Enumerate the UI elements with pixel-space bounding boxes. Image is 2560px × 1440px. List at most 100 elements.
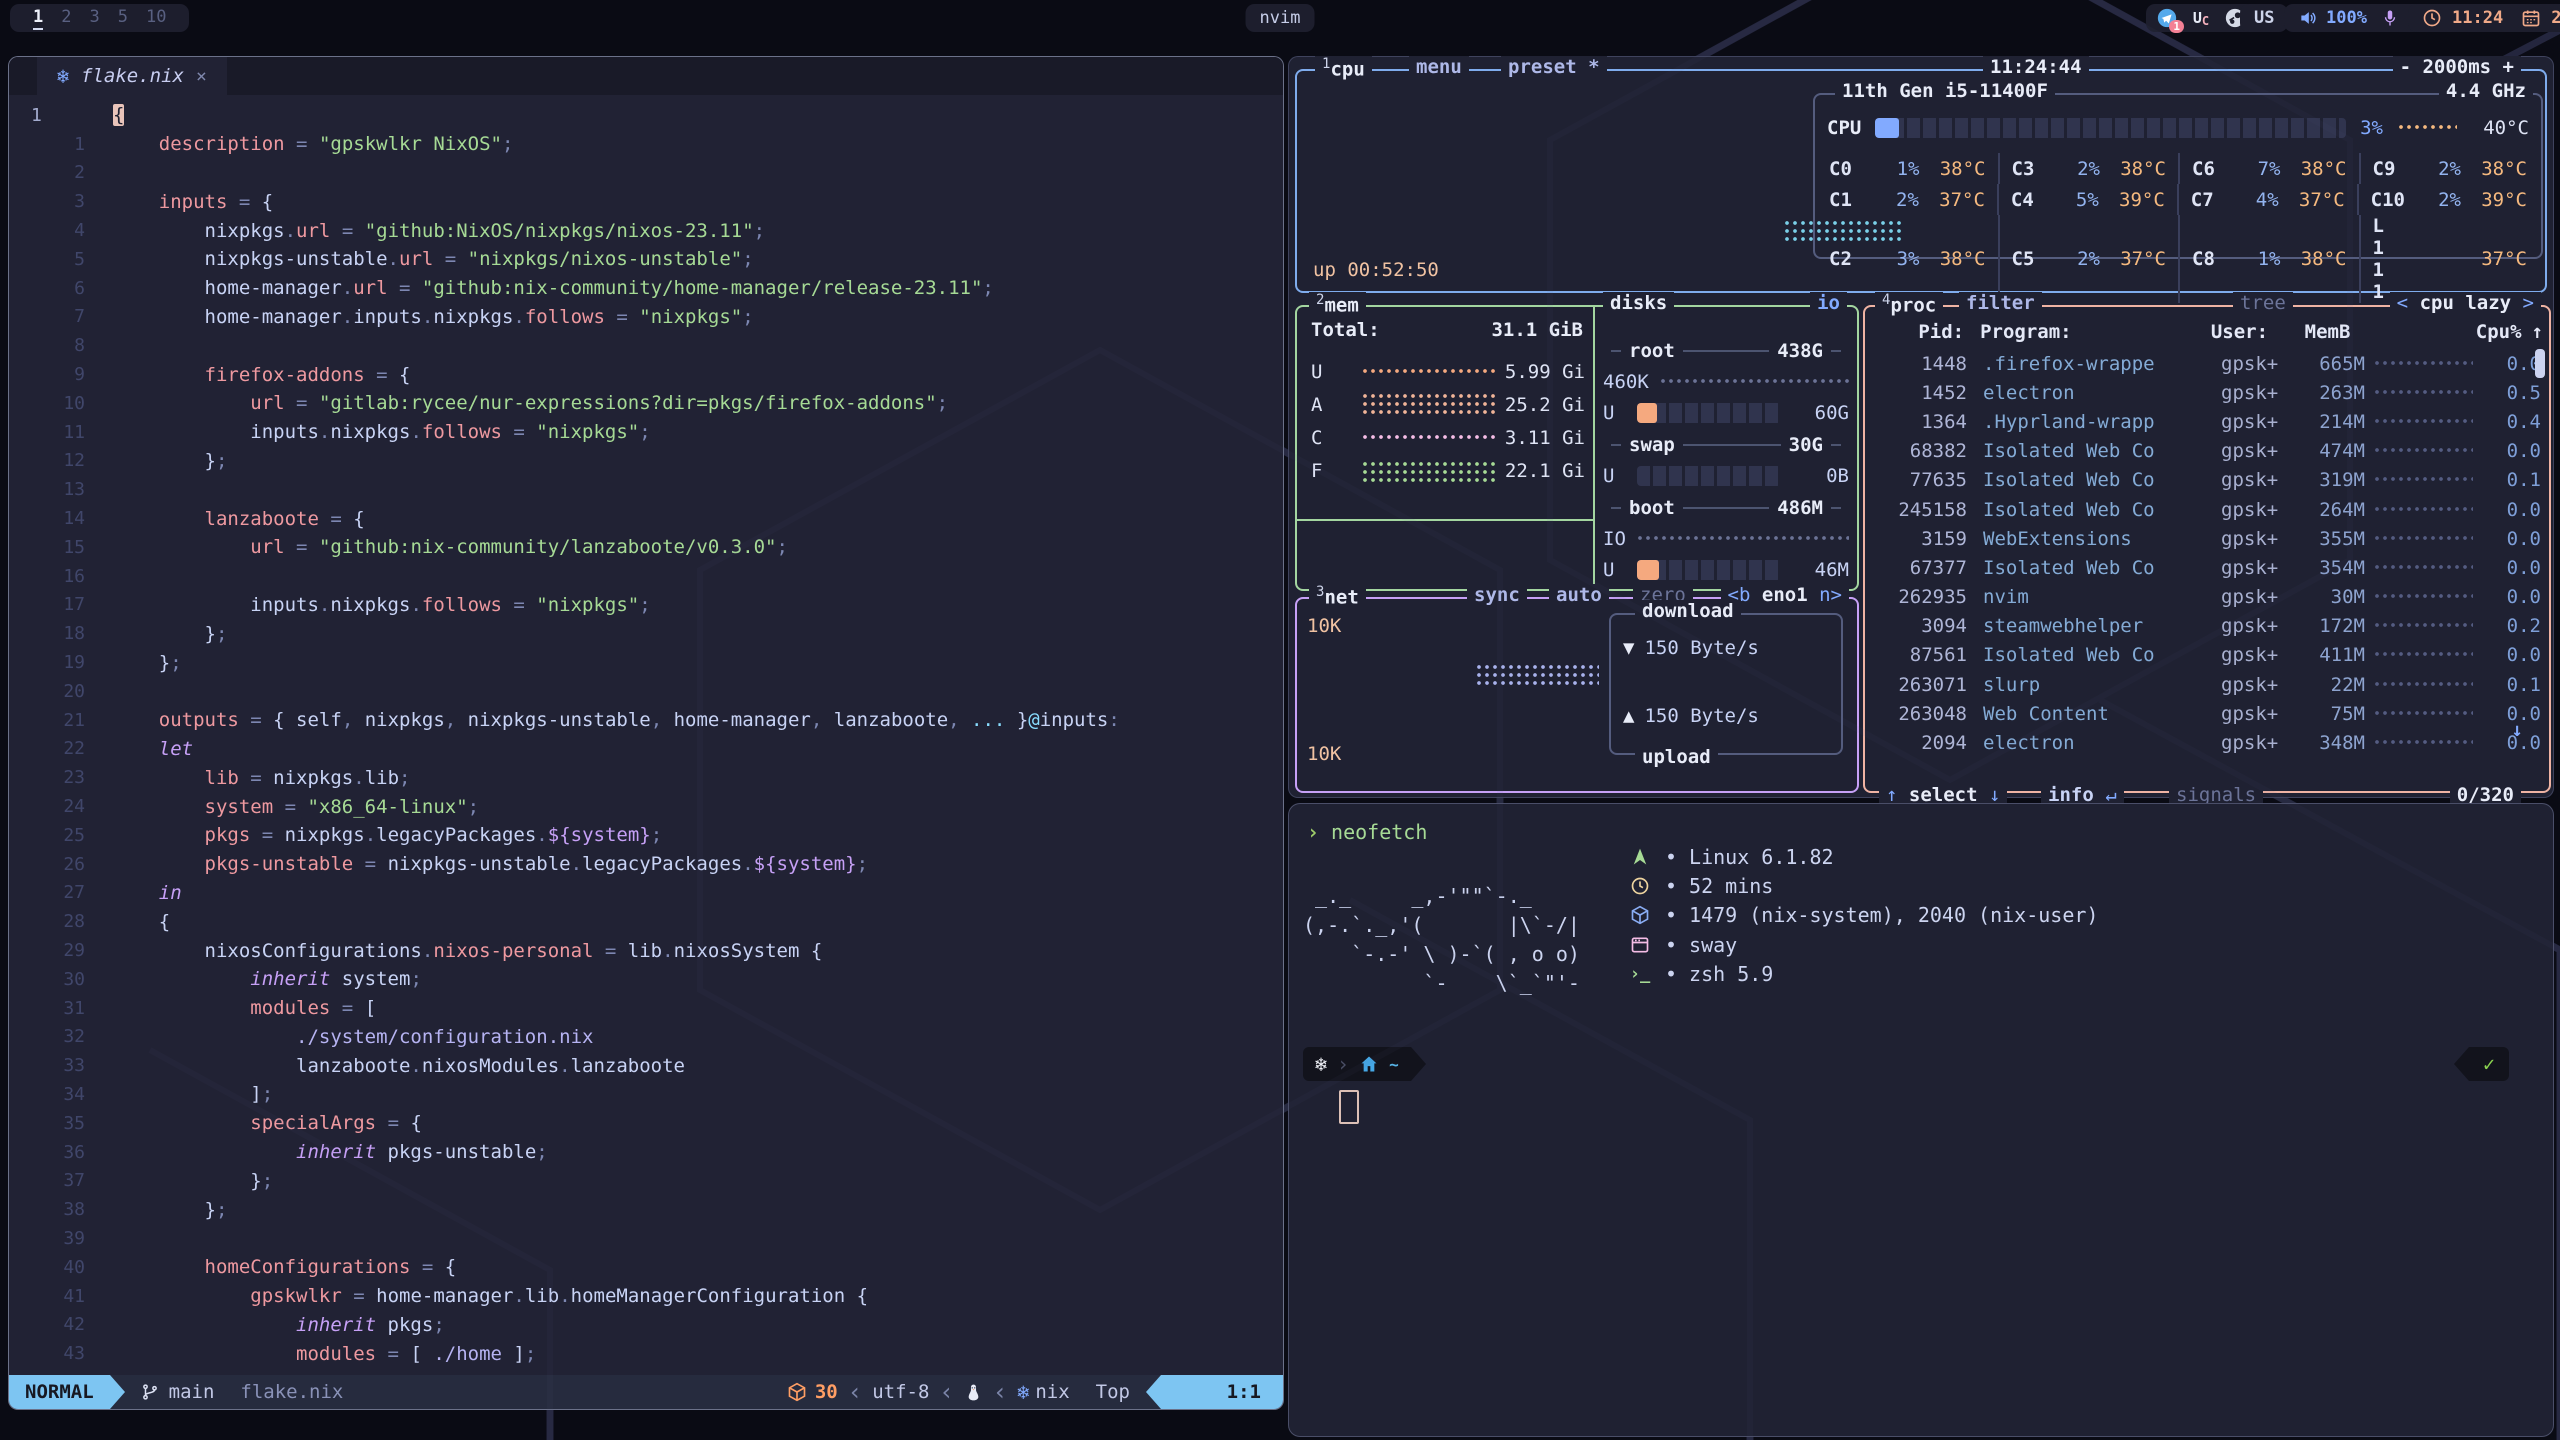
update-interval[interactable]: - 2000ms + [2393, 56, 2521, 78]
cpu-model: 11th Gen i5-11400F [1835, 80, 2055, 102]
proc-row[interactable]: 1452electrongpsk+263M0.5 [1871, 378, 2543, 407]
shell-icon: ›_ [1627, 964, 1653, 984]
code-line: 24 system = "x86_64-linux"; [9, 792, 1283, 821]
proc-filter-button[interactable]: filter [1959, 292, 2042, 314]
proc-row[interactable]: 77635Isolated Web Cogpsk+319M0.1 [1871, 466, 2543, 495]
proc-row[interactable]: 3159WebExtensionsgpsk+355M0.0 [1871, 524, 2543, 553]
scroll-down-icon[interactable]: ↓ [2512, 719, 2523, 741]
workspace-2[interactable]: 2 [61, 7, 71, 30]
core-cell: C01%38°C [1817, 153, 1998, 184]
code-line: 8 [9, 331, 1283, 360]
proc-row[interactable]: 263048Web Contentgpsk+75M0.0 [1871, 699, 2543, 728]
workspace-list: 1235 10 [24, 7, 175, 30]
keyboard-layout-pill[interactable]: US [2240, 4, 2288, 32]
telegram-tray-icon[interactable]: 1 [2156, 7, 2178, 29]
workspace-3[interactable]: 3 [90, 7, 100, 30]
core-cell: C102%39°C [2357, 184, 2539, 215]
code-line: 12 }; [9, 447, 1283, 476]
statusline-filename: flake.nix [240, 1381, 343, 1403]
code-line: 18 }; [9, 619, 1283, 648]
nix-snowflake-icon: ❄ [1315, 1052, 1327, 1076]
proc-panel-title: 4proc [1875, 292, 1943, 316]
mic-icon[interactable] [2381, 8, 2399, 28]
workspace-pill: 1235 10 [10, 4, 189, 32]
line-number: 27 [9, 882, 85, 903]
code-line: 36 inherit pkgs-unstable; [9, 1138, 1283, 1167]
net-auto-button[interactable]: auto [1549, 584, 1609, 606]
proc-row[interactable]: 87561Isolated Web Cogpsk+411M0.0 [1871, 641, 2543, 670]
proc-panel: 4proc filter tree < cpu lazy > Pid: Prog… [1863, 305, 2551, 793]
workspace-10[interactable]: 10 [146, 7, 166, 30]
line-number: 23 [9, 767, 85, 788]
net-panel-title: 3net [1309, 584, 1366, 608]
line-number: 5 [9, 249, 85, 270]
menu-button[interactable]: menu [1409, 56, 1469, 78]
line-number: 30 [9, 969, 85, 990]
proc-row[interactable]: 2094electrongpsk+348M0.0 [1871, 728, 2543, 757]
line-number: 26 [9, 854, 85, 875]
sort-direction-icon: ↑ [2532, 321, 2543, 343]
code-line: 11 inputs.nixpkgs.follows = "nixpkgs"; [9, 418, 1283, 447]
uc-tray-icon[interactable]: UC [2190, 7, 2212, 29]
code-line: 1{ [9, 101, 1283, 130]
proc-row[interactable]: 67377Isolated Web Cogpsk+354M0.0 [1871, 553, 2543, 582]
proc-scrollbar[interactable] [2535, 349, 2545, 378]
line-number: 3 [9, 191, 85, 212]
btop-window: 1cpu menu preset * 11:24:44 - 2000ms + u… [1288, 56, 2554, 798]
proc-row[interactable]: 1448.firefox-wrappegpsk+665M0.0 [1871, 349, 2543, 378]
code-line: 27 in [9, 879, 1283, 908]
kernel-icon [1627, 847, 1653, 867]
command-line: ›neofetch [1307, 820, 1427, 844]
status-ok-icon: ✓ [2469, 1047, 2509, 1081]
proc-row[interactable]: 245158Isolated Web Cogpsk+264M0.0 [1871, 495, 2543, 524]
code-line: 23 lib = nixpkgs.lib; [9, 763, 1283, 792]
code-line: 15 url = "github:nix-community/lanzaboot… [9, 533, 1283, 562]
code-line: 3 inputs = { [9, 187, 1283, 216]
io-mode-button[interactable]: io [1810, 292, 1847, 314]
line-number: 36 [9, 1142, 85, 1163]
mem-row: C3.11 Gi [1297, 421, 1585, 454]
git-branch-icon [141, 1382, 159, 1402]
tab-flake-nix[interactable]: ❄ flake.nix × [37, 57, 227, 95]
speaker-icon[interactable] [2298, 8, 2318, 28]
workspace-1[interactable]: 1 [33, 7, 43, 30]
cpu-panel-title: 1cpu [1315, 56, 1372, 80]
code-line: 20 [9, 677, 1283, 706]
separator: ‹ [993, 1378, 1007, 1406]
proc-row[interactable]: 1364.Hyprland-wrappgpsk+214M0.4 [1871, 407, 2543, 436]
line-number: 42 [9, 1314, 85, 1335]
proc-row[interactable]: 68382Isolated Web Cogpsk+474M0.0 [1871, 437, 2543, 466]
terminal-window[interactable]: ›neofetch _._ _,-'""`-._ (,-.`._,'( |\`-… [1288, 803, 2554, 1437]
line-number: 10 [9, 393, 85, 414]
download-label: download [1635, 600, 1741, 622]
tray-badge: 1 [2169, 20, 2184, 33]
proc-row[interactable]: 3094steamwebhelpergpsk+172M0.2 [1871, 612, 2543, 641]
nvim-tabline: ❄ flake.nix × [9, 57, 1283, 95]
line-number: 25 [9, 825, 85, 846]
core-cell: C12%37°C [1817, 184, 1997, 215]
workspace-5[interactable]: 5 [118, 7, 128, 30]
preset-button[interactable]: preset * [1501, 56, 1607, 78]
cpu-temp-graph [2397, 123, 2457, 133]
file-encoding: utf-8 [872, 1381, 929, 1403]
core-cell: C67%38°C [2178, 153, 2359, 184]
cpu-clock: 11:24:44 [1983, 56, 2089, 78]
tab-close-icon[interactable]: × [196, 66, 207, 87]
mem-rows: U5.99 GiA25.2 GiC3.11 GiF22.1 Gi [1297, 355, 1585, 487]
cpu-temp: 40°C [2471, 117, 2529, 139]
proc-row[interactable]: 262935nvimgpsk+30M0.0 [1871, 583, 2543, 612]
net-sync-button[interactable]: sync [1467, 584, 1527, 606]
line-number: 20 [9, 681, 85, 702]
net-scale-top: 10K [1307, 615, 1341, 637]
separator: ‹ [848, 1378, 862, 1406]
prompt-separator: › [1337, 1052, 1349, 1076]
nvim-statusline: NORMAL main flake.nix 30 ‹ utf-8 ‹ ‹ ❄ [9, 1375, 1283, 1409]
buffer[interactable]: 1{1 description = "gpskwlkr NixOS";23 in… [9, 95, 1283, 1375]
proc-row[interactable]: 263071slurpgpsk+22M0.1 [1871, 670, 2543, 699]
neofetch-ascii-art: _._ _,-'""`-._ (,-.`._,'( |\`-/| `-.-' \… [1303, 882, 1580, 998]
code-line: 41 gpskwlkr = home-manager.lib.homeManag… [9, 1282, 1283, 1311]
proc-sort-selector[interactable]: < cpu lazy > [2390, 292, 2541, 314]
proc-tree-button[interactable]: tree [2233, 292, 2293, 314]
disk-io-row: 460K [1603, 366, 1849, 397]
download-speed: ▼150 Byte/s [1623, 637, 1759, 659]
